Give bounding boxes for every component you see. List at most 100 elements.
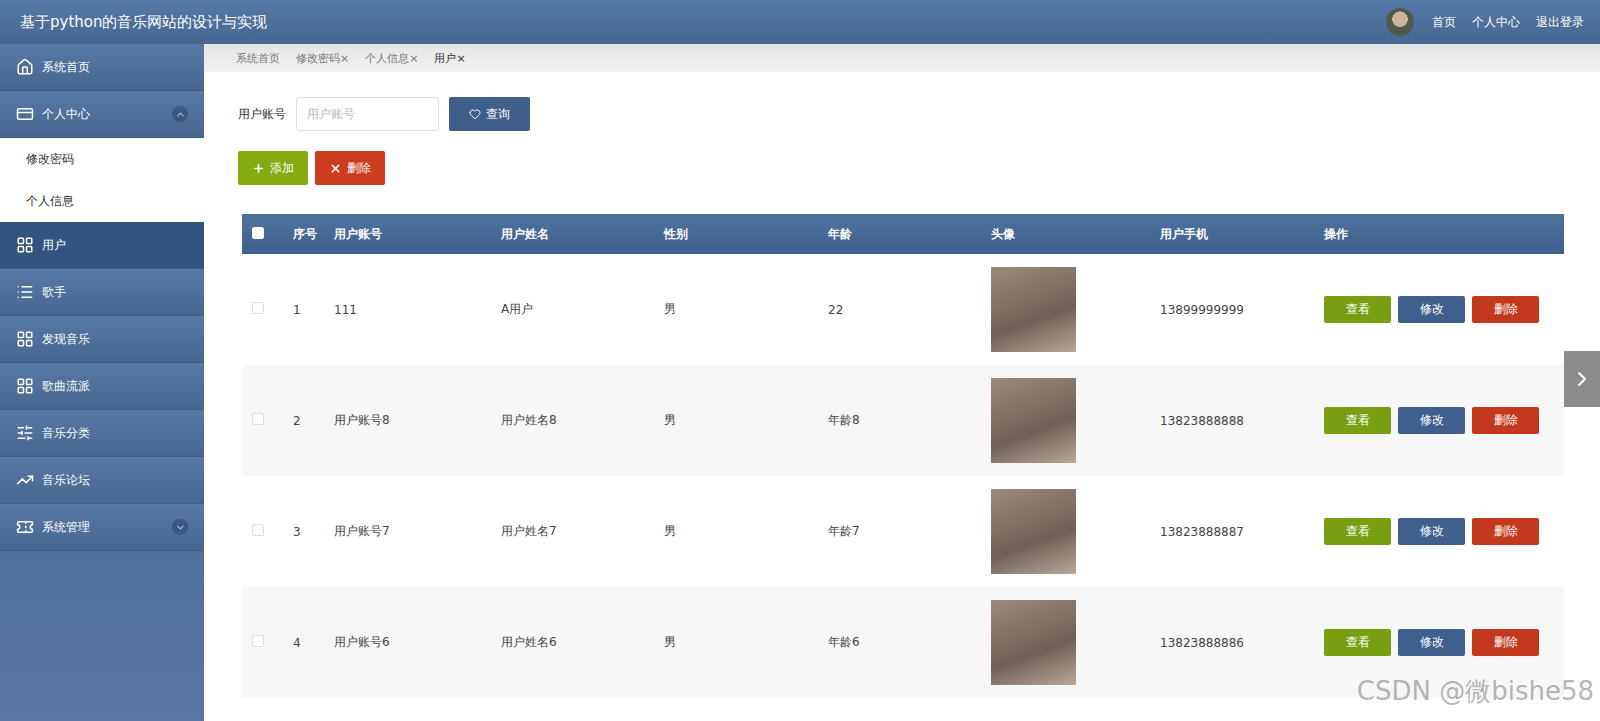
sidebar-item[interactable]: 系统首页 [0,44,204,91]
cell-gender: 男 [656,634,820,651]
sidebar: 系统首页个人中心修改密码个人信息用户歌手发现音乐歌曲流派音乐分类音乐论坛系统管理 [0,44,204,721]
next-arrow-button[interactable] [1564,351,1600,407]
menu-icon [16,471,34,489]
cell-index: 4 [285,636,326,650]
row-checkbox[interactable] [252,524,264,536]
row-checkbox[interactable] [252,635,264,647]
action-button[interactable]: 删除 [315,151,385,185]
row-action-button[interactable]: 删除 [1472,629,1539,656]
avatar-photo [991,378,1076,463]
column-header: 年龄 [820,226,983,243]
row-actions: 查看修改删除 [1316,629,1564,656]
sidebar-item[interactable]: 发现音乐 [0,316,204,363]
cell-name: 用户姓名6 [493,634,656,651]
column-header: 性别 [656,226,820,243]
row-checkbox[interactable] [252,302,264,314]
row-action-button[interactable]: 删除 [1472,296,1539,323]
cell-phone: 13823888887 [1152,525,1316,539]
header: 基于python的音乐网站的设计与实现 首页个人中心退出登录 [0,0,1600,44]
row-action-button[interactable]: 删除 [1472,518,1539,545]
cell-phone: 13823888888 [1152,414,1316,428]
avatar-photo [991,489,1076,574]
cell-gender: 男 [656,523,820,540]
chevron-icon[interactable] [172,106,188,122]
table-row: 4用户账号6用户姓名6男年龄613823888886查看修改删除 [242,587,1564,698]
row-action-button[interactable]: 修改 [1398,296,1465,323]
sidebar-item[interactable]: 音乐分类 [0,410,204,457]
search-bar: 用户账号 查询 [238,97,1564,131]
sidebar-subitem[interactable]: 修改密码 [0,138,204,180]
select-all-checkbox[interactable] [252,227,264,239]
column-header: 用户账号 [326,226,493,243]
menu-icon [16,236,34,254]
cell-age: 年龄6 [820,634,983,651]
tab[interactable]: 系统首页 [236,51,280,66]
header-link[interactable]: 首页 [1432,14,1456,31]
row-action-button[interactable]: 查看 [1324,629,1391,656]
sidebar-item[interactable]: 用户 [0,222,204,269]
tab-bar: 系统首页 修改密码× 个人信息× 用户× [204,44,1600,72]
cell-index: 3 [285,525,326,539]
tab[interactable]: 修改密码× [296,51,349,66]
table-row: 3用户账号7用户姓名7男年龄7 13823888887 查看修改删除 [242,476,1564,587]
cell-age: 年龄7 [820,523,983,540]
row-action-button[interactable]: 修改 [1398,518,1465,545]
header-link[interactable]: 退出登录 [1536,14,1584,31]
site-title: 基于python的音乐网站的设计与实现 [20,13,267,32]
x-icon [329,162,342,175]
row-action-button[interactable]: 查看 [1324,518,1391,545]
cell-age: 年龄8 [820,412,983,429]
row-checkbox[interactable] [252,413,264,425]
sidebar-item[interactable]: 系统管理 [0,504,204,551]
table-row: 2用户账号8用户姓名8男年龄813823888888查看修改删除 [242,365,1564,476]
row-action-button[interactable]: 修改 [1398,629,1465,656]
cell-account: 用户账号6 [326,634,493,651]
menu-icon [16,330,34,348]
cell-index: 2 [285,414,326,428]
menu-icon [16,105,34,123]
sidebar-subitem[interactable]: 个人信息 [0,180,204,222]
row-actions: 查看修改删除 [1316,407,1564,434]
column-header: 序号 [285,226,326,243]
cell-gender: 男 [656,301,820,318]
row-action-button[interactable]: 修改 [1398,407,1465,434]
header-nav: 首页个人中心退出登录 [1386,8,1584,36]
table-header: 序号用户账号用户姓名性别年龄头像用户手机操作 [242,214,1564,254]
column-header: 用户姓名 [493,226,656,243]
search-label: 用户账号 [238,106,286,123]
tab[interactable]: 用户× [434,51,465,66]
avatar-photo [991,267,1076,352]
cell-age: 22 [820,303,983,317]
chevron-icon[interactable] [172,519,188,535]
avatar-photo [991,600,1076,685]
action-bar: 添加删除 [238,151,1564,185]
search-input[interactable] [296,97,439,131]
header-link[interactable]: 个人中心 [1472,14,1520,31]
search-button[interactable]: 查询 [449,97,530,131]
row-action-button[interactable]: 查看 [1324,407,1391,434]
tab[interactable]: 个人信息× [365,51,418,66]
row-action-button[interactable]: 查看 [1324,296,1391,323]
sidebar-item[interactable]: 歌手 [0,269,204,316]
row-actions: 查看修改删除 [1316,296,1564,323]
cell-phone: 13823888886 [1152,636,1316,650]
cell-gender: 男 [656,412,820,429]
sidebar-item[interactable]: 个人中心 [0,91,204,138]
menu-icon [16,377,34,395]
user-avatar[interactable] [1386,8,1414,36]
column-header: 头像 [983,226,1152,243]
cell-name: 用户姓名8 [493,412,656,429]
cell-name: 用户姓名7 [493,523,656,540]
action-button[interactable]: 添加 [238,151,308,185]
cell-index: 1 [285,303,326,317]
table-row: 1111A用户男2213899999999查看修改删除 [242,254,1564,365]
menu-icon [16,58,34,76]
cell-account: 用户账号7 [326,523,493,540]
sidebar-item[interactable]: 音乐论坛 [0,457,204,504]
sidebar-item[interactable]: 歌曲流派 [0,363,204,410]
column-header: 操作 [1316,226,1564,243]
plus-icon [252,162,265,175]
watermark: CSDN @微bishe58 [1357,674,1594,709]
row-action-button[interactable]: 删除 [1472,407,1539,434]
cell-name: A用户 [493,301,656,318]
